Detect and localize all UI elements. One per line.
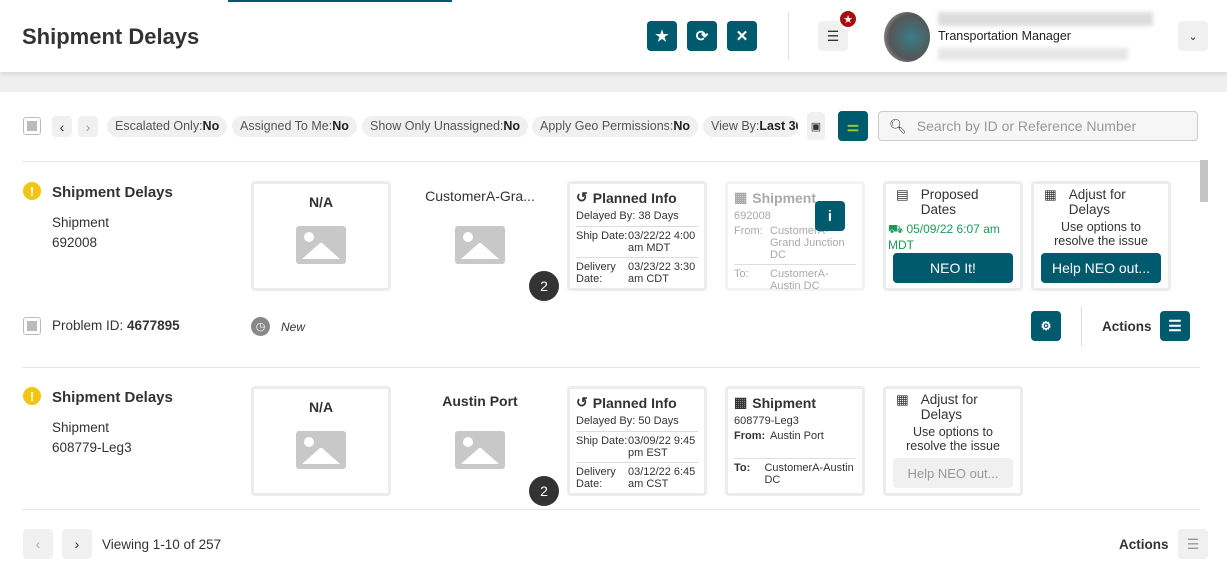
next-button[interactable]: › [78,116,98,137]
location-card: CustomerA-Gra... [410,181,550,264]
problem-type[interactable]: Shipment Delays [52,184,173,201]
close-button[interactable]: ✕ [727,21,757,51]
select-all-checkbox[interactable] [23,117,41,135]
assign-users-button[interactable]: ⚙ [1031,311,1061,341]
planned-info-card: ↺ Planned Info Delayed By: 38 Days Ship D… [567,181,707,291]
filter-unassigned[interactable]: Show Only Unassigned:No [362,116,529,137]
menu-icon: ☰ [826,27,840,44]
clipboard-button[interactable]: ▣ [807,112,825,140]
notification-star-icon: ★ [838,9,858,29]
actions-label: Actions [1102,319,1152,334]
divider [1081,306,1082,346]
filter-escalated[interactable]: Escalated Only:No [107,116,228,137]
help-neo-button[interactable]: Help NEO out... [1041,253,1161,283]
divider [22,161,1200,162]
active-tab-indicator [228,0,452,2]
info-button[interactable]: i [815,201,845,231]
next-page-button[interactable]: › [62,529,92,559]
users-gear-icon: ⚙ [1040,319,1052,333]
image-placeholder-icon [455,431,505,469]
clipboard-icon: ▣ [810,120,822,133]
menu-icon: ☰ [1168,318,1182,335]
chevron-down-icon: ⌄ [1188,30,1198,43]
row-actions-button[interactable]: ☰ [1160,311,1190,341]
filter-settings-button[interactable]: ⚌ [838,111,868,141]
filter-assigned[interactable]: Assigned To Me:No [232,116,357,137]
bulk-actions-button[interactable]: ☰ [1178,529,1208,559]
close-icon: ✕ [735,28,749,45]
search-input[interactable]: 🔍︎ Search by ID or Reference Number [878,111,1198,141]
problem-object: Shipment 608779-Leg3 [52,420,132,455]
refresh-icon: ⟳ [695,28,709,45]
help-neo-button[interactable]: Help NEO out... [893,458,1013,488]
location-card: Austin Port [410,386,550,469]
menu-icon: ☰ [1186,535,1200,552]
user-role: Transportation Manager [938,29,1071,43]
user-email-blurred [938,48,1128,60]
shipment-card: ▦ Shipment 692008 From: CustomerA-Grand Ju… [725,181,865,292]
problem-object: Shipment 692008 [52,215,110,250]
calendar-icon: ▤ [896,187,909,202]
star-icon: ★ [655,28,669,45]
warning-icon: ! [23,182,41,200]
count-badge[interactable]: 2 [529,271,559,301]
image-card: N/A [251,181,391,291]
avatar[interactable] [884,12,930,62]
filter-geo[interactable]: Apply Geo Permissions:No [532,116,699,137]
problem-id: Problem ID: 4677895 [52,318,180,333]
prev-button[interactable]: ‹ [52,116,72,137]
image-card: N/A [251,386,391,496]
favorite-button[interactable]: ★ [647,21,677,51]
boxes-icon: ▦ [734,394,748,410]
refresh-button[interactable]: ⟳ [687,21,717,51]
history-icon: ↺ [576,189,588,205]
planned-info-card: ↺ Planned Info Delayed By: 50 Days Ship D… [567,386,707,496]
image-placeholder-icon [455,226,505,264]
user-name-blurred [938,12,1153,26]
row-checkbox[interactable] [23,317,41,335]
filter-view-by[interactable]: View By:Last 30 [703,116,798,137]
boxes-icon: ▦ [734,189,748,205]
image-placeholder-icon [296,431,346,469]
status: New [281,320,306,334]
neo-it-button[interactable]: NEO It! [893,253,1013,283]
scrollbar[interactable] [1200,160,1208,202]
shipment-card[interactable]: ▦ Shipment 608779-Leg3 From: Austin Port T… [725,386,865,496]
image-placeholder-icon [296,226,346,264]
user-menu-button[interactable]: ⌄ [1178,21,1208,51]
page-title: Shipment Delays [22,24,200,49]
divider [22,509,1200,510]
prev-page-button[interactable]: ‹ [23,529,53,559]
problem-type[interactable]: Shipment Delays [52,389,173,406]
divider [788,12,789,60]
warning-icon: ! [23,387,41,405]
count-badge[interactable]: 2 [529,476,559,506]
history-icon: ↺ [576,394,588,410]
clock-icon: ◷ [251,317,270,336]
truck-icon: ⛟ [888,222,904,236]
calendar-grid-icon: ▦ [1044,187,1057,202]
actions-label: Actions [1119,537,1169,552]
info-icon: i [827,207,833,225]
search-icon: 🔍︎ [889,117,907,134]
divider [22,367,1200,368]
pagination-text: Viewing 1-10 of 257 [102,537,222,552]
calendar-grid-icon: ▦ [896,392,909,407]
sliders-icon: ⚌ [846,117,860,134]
